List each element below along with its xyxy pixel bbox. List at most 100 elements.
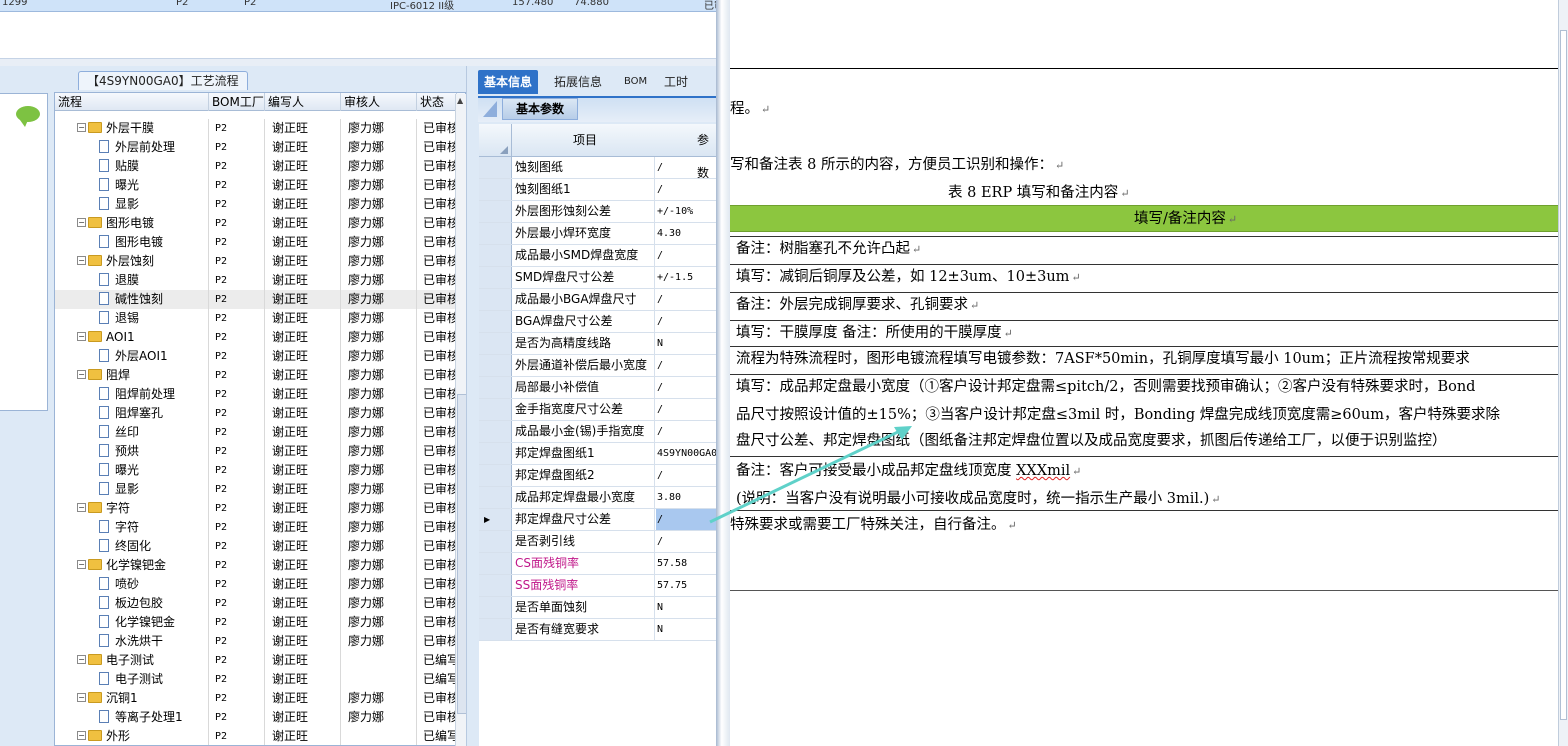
flow-cell[interactable]: 显影 [99, 480, 207, 499]
param-row[interactable]: SMD焊盘尺寸公差 +/-1.5 [479, 267, 720, 289]
table-row[interactable]: − 字符 P2 谢正旺 廖力娜 已审核 [55, 499, 457, 518]
flow-cell[interactable]: 贴膜 [99, 157, 207, 176]
param-value[interactable]: 3.80 [657, 487, 681, 508]
table-row[interactable]: 电子测试 P2 谢正旺 已编写 [55, 670, 457, 689]
param-value[interactable]: 57.58 [657, 553, 687, 574]
param-row[interactable]: 成品最小SMD焊盘宽度 / [479, 245, 720, 267]
table-row[interactable]: 显影 P2 谢正旺 廖力娜 已审核 [55, 195, 457, 214]
param-row[interactable]: 外层最小焊环宽度 4.30 [479, 223, 720, 245]
table-row[interactable]: − 外形 P2 谢正旺 已编写 [55, 727, 457, 745]
flow-cell[interactable]: − 外层干膜 [77, 119, 207, 138]
param-value[interactable]: 4S9YN00GA0 [657, 443, 717, 464]
table-row[interactable]: 图形电镀 P2 谢正旺 廖力娜 已审核 [55, 233, 457, 252]
param-value[interactable]: / [657, 157, 663, 178]
param-value[interactable]: / [657, 509, 663, 530]
param-row[interactable]: 局部最小补偿值 / [479, 377, 720, 399]
collapse-icon[interactable]: − [77, 731, 86, 740]
table-row[interactable]: − 外层蚀刻 P2 谢正旺 廖力娜 已审核 [55, 252, 457, 271]
flow-cell[interactable]: 终固化 [99, 537, 207, 556]
param-value[interactable]: / [657, 465, 663, 486]
flow-cell[interactable]: 曝光 [99, 461, 207, 480]
flow-cell[interactable]: 退锡 [99, 309, 207, 328]
row-indicator[interactable] [479, 157, 512, 178]
table-row[interactable]: 终固化 P2 谢正旺 廖力娜 已审核 [55, 537, 457, 556]
table-row[interactable]: 贴膜 P2 谢正旺 廖力娜 已审核 [55, 157, 457, 176]
flow-cell[interactable]: − 电子测试 [77, 651, 207, 670]
tab-basic-info[interactable]: 基本信息 [478, 70, 539, 94]
row-indicator[interactable]: ▶ [479, 509, 512, 530]
param-row[interactable]: 邦定焊盘图纸1 4S9YN00GA0 [479, 443, 720, 465]
col-item[interactable]: 项目 [573, 124, 597, 157]
param-value[interactable]: / [657, 179, 663, 200]
flow-cell[interactable]: 图形电镀 [99, 233, 207, 252]
flow-cell[interactable]: 曝光 [99, 176, 207, 195]
flow-cell[interactable]: 水洗烘干 [99, 632, 207, 651]
tab-extended-info[interactable]: 拓展信息 [548, 70, 608, 94]
table-row[interactable]: 碱性蚀刻 P2 谢正旺 廖力娜 已审核 [55, 290, 457, 309]
collapse-icon[interactable]: − [77, 655, 86, 664]
row-indicator[interactable] [479, 355, 512, 376]
param-row[interactable]: 是否单面蚀刻 N [479, 597, 720, 619]
param-row[interactable]: CS面残铜率 57.58 [479, 553, 720, 575]
table-row[interactable]: − 化学镍钯金 P2 谢正旺 廖力娜 已审核 [55, 556, 457, 575]
param-row[interactable]: 成品最小金(锡)手指宽度 / [479, 421, 720, 443]
param-row[interactable]: 是否有缝宽要求 N [479, 619, 720, 641]
row-indicator[interactable] [479, 377, 512, 398]
col-reviewer[interactable]: 审核人 [341, 93, 417, 111]
col-author[interactable]: 编写人 [265, 93, 341, 111]
param-value[interactable]: / [657, 355, 663, 376]
table-row[interactable]: 喷砂 P2 谢正旺 廖力娜 已审核 [55, 575, 457, 594]
collapse-icon[interactable]: − [77, 503, 86, 512]
param-row[interactable]: 外层通道补偿后最小宽度 / [479, 355, 720, 377]
tab-bom[interactable]: BOM [618, 70, 653, 94]
collapse-icon[interactable]: − [77, 123, 86, 132]
flow-cell[interactable]: − 外形 [77, 727, 207, 745]
row-indicator[interactable] [479, 333, 512, 354]
table-row[interactable]: 曝光 P2 谢正旺 廖力娜 已审核 [55, 461, 457, 480]
collapse-icon[interactable]: − [77, 256, 86, 265]
row-indicator[interactable] [479, 223, 512, 244]
param-row[interactable]: 金手指宽度尺寸公差 / [479, 399, 720, 421]
row-indicator[interactable] [479, 465, 512, 486]
param-row[interactable]: 成品最小BGA焊盘尺寸 / [479, 289, 720, 311]
collapse-icon[interactable]: − [77, 218, 86, 227]
param-value[interactable]: +/-1.5 [657, 267, 693, 288]
param-value[interactable]: / [657, 377, 663, 398]
param-row[interactable]: SS面残铜率 57.75 [479, 575, 720, 597]
param-row[interactable]: 成品邦定焊盘最小宽度 3.80 [479, 487, 720, 509]
flow-cell[interactable]: 等离子处理1 [99, 708, 207, 727]
process-flow-tab[interactable]: 【4S9YN00GA0】工艺流程 [78, 71, 248, 90]
flow-cell[interactable]: − 外层蚀刻 [77, 252, 207, 271]
table-row[interactable]: 阻焊塞孔 P2 谢正旺 廖力娜 已审核 [55, 404, 457, 423]
flow-cell[interactable]: 外层AOI1 [99, 347, 207, 366]
row-indicator[interactable] [479, 201, 512, 222]
flow-cell[interactable]: − AOI1 [77, 328, 207, 347]
table-row[interactable]: − 外层干膜 P2 谢正旺 廖力娜 已审核 [55, 119, 457, 138]
chat-bubble-icon[interactable] [16, 106, 40, 127]
row-indicator[interactable] [479, 289, 512, 310]
row-indicator[interactable] [479, 245, 512, 266]
tab-basic-params[interactable]: 基本参数 [502, 98, 578, 120]
table-row[interactable]: 退膜 P2 谢正旺 廖力娜 已审核 [55, 271, 457, 290]
flow-cell[interactable]: − 化学镍钯金 [77, 556, 207, 575]
table-row[interactable]: 板边包胶 P2 谢正旺 廖力娜 已审核 [55, 594, 457, 613]
document-vertical-scrollbar[interactable] [1558, 0, 1568, 746]
param-row[interactable]: 是否剥引线 / [479, 531, 720, 553]
param-row[interactable]: ▶ 邦定焊盘尺寸公差 / [479, 509, 720, 531]
tab-work-hours[interactable]: 工时 [658, 70, 694, 94]
flow-cell[interactable]: 退膜 [99, 271, 207, 290]
top-horizontal-scrollbar[interactable] [0, 58, 720, 66]
col-flow[interactable]: 流程 [55, 93, 209, 111]
flow-cell[interactable]: − 图形电镀 [77, 214, 207, 233]
param-row[interactable]: BGA焊盘尺寸公差 / [479, 311, 720, 333]
row-indicator[interactable] [479, 399, 512, 420]
table-row[interactable]: 预烘 P2 谢正旺 廖力娜 已审核 [55, 442, 457, 461]
param-value[interactable]: / [657, 245, 663, 266]
table-row[interactable]: 曝光 P2 谢正旺 廖力娜 已审核 [55, 176, 457, 195]
row-indicator[interactable] [479, 531, 512, 552]
table-row[interactable]: 显影 P2 谢正旺 廖力娜 已审核 [55, 480, 457, 499]
table-row[interactable]: 外层前处理 P2 谢正旺 廖力娜 已审核 [55, 138, 457, 157]
col-status[interactable]: 状态 [417, 93, 457, 111]
flow-cell[interactable]: 阻焊塞孔 [99, 404, 207, 423]
param-value[interactable]: / [657, 311, 663, 332]
